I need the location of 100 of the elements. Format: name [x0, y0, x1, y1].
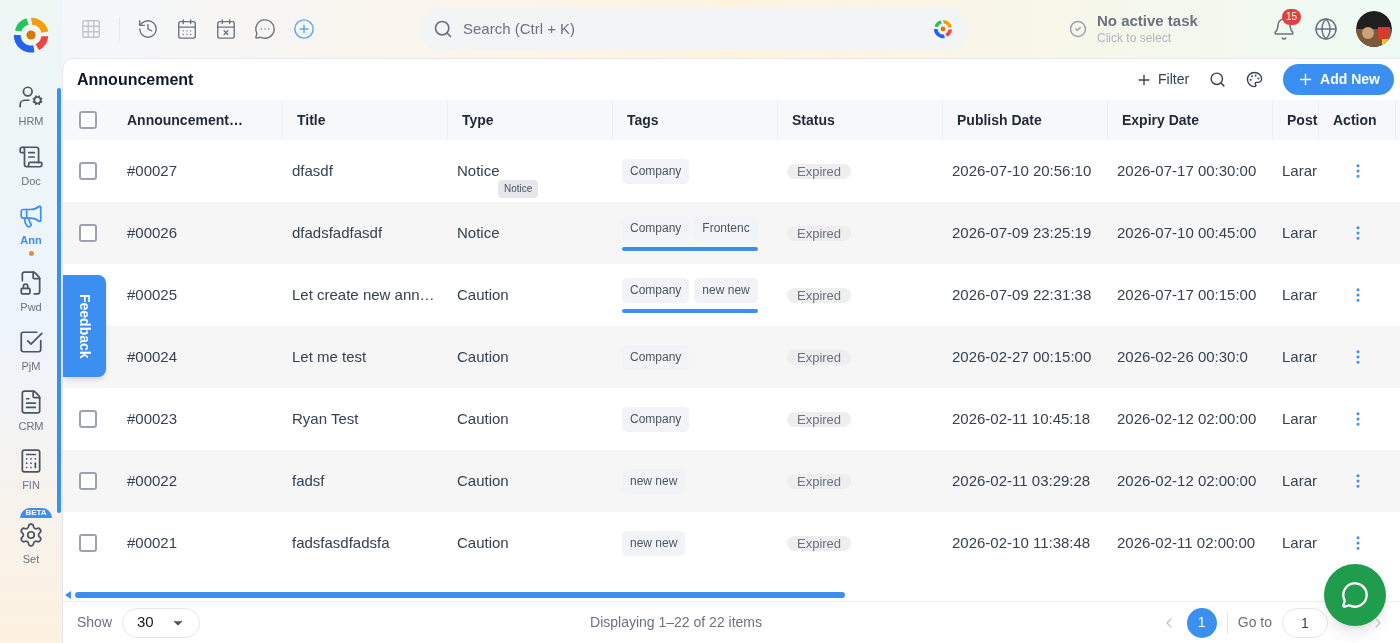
calculator-icon	[18, 448, 44, 474]
checkbox[interactable]	[79, 162, 97, 180]
page-title: Announcement	[77, 69, 194, 90]
table-cell: #00026	[127, 223, 178, 241]
table-cell: #00025	[127, 285, 178, 303]
tag: new new	[694, 277, 758, 303]
scroll-left-icon[interactable]	[65, 591, 71, 599]
table-cell: Caution	[457, 471, 509, 489]
tag: new new	[622, 530, 686, 556]
checkbox[interactable]	[79, 111, 97, 129]
table-cell: #00021	[127, 533, 178, 551]
table-cell: #00027	[127, 161, 178, 179]
table-cell: Notice	[457, 161, 500, 179]
table-cell: Larar	[1282, 533, 1318, 551]
search-bar[interactable]: Search (Ctrl + K)	[419, 8, 969, 50]
column-header[interactable]: Action	[1333, 109, 1377, 131]
table-cell: fadsfasdfadsfa	[292, 533, 390, 551]
show-label: Show	[77, 613, 113, 632]
table-cell: Caution	[457, 409, 509, 427]
table-cell: 2026-07-17 00:15:00	[1117, 285, 1257, 303]
tag: Company	[622, 215, 690, 241]
tag: new new	[622, 468, 686, 494]
status-badge: Expired	[787, 473, 852, 489]
chat-button[interactable]	[1324, 564, 1386, 626]
column-header[interactable]: Tags	[627, 109, 659, 131]
search-icon[interactable]	[1209, 71, 1227, 88]
search-input[interactable]: Search (Ctrl + K)	[463, 17, 921, 41]
sidebar-item[interactable]: PjM	[7, 329, 55, 375]
checkbox-icon	[18, 329, 44, 355]
scrollbar[interactable]	[75, 592, 845, 598]
table-cell: 2026-02-27 00:15:00	[952, 347, 1092, 365]
table-cell: #00022	[127, 471, 178, 489]
sidebar-item[interactable]: Doc	[7, 143, 55, 189]
sidebar-item[interactable]: CRM	[7, 388, 55, 434]
table-cell: 2026-07-09 22:31:38	[952, 285, 1092, 303]
settings-icon	[18, 521, 44, 548]
table-cell: Larar	[1282, 161, 1318, 179]
table-row[interactable]: #00024 Let me test Caution Company Expired 2026-02-27 00:15:00 2026-02-26 00:30:0 Larar	[113, 326, 1400, 388]
table-cell: 2026-02-12 02:00:00	[1117, 471, 1257, 489]
task-title[interactable]: No active task	[1097, 12, 1198, 31]
status-badge: Expired	[787, 287, 852, 303]
calendar-icon[interactable]	[176, 18, 198, 40]
table-cell: Ryan Test	[292, 409, 359, 427]
beta-badge: BETA	[20, 507, 52, 518]
table-cell: Caution	[457, 285, 509, 303]
tag: Frontenc	[694, 215, 758, 241]
status-badge: Expired	[787, 163, 852, 179]
table-cell: Larar	[1282, 285, 1318, 303]
scrollbar[interactable]	[57, 88, 61, 513]
column-header[interactable]: Status	[792, 109, 835, 131]
table-cell: 2026-07-10 20:56:10	[952, 161, 1092, 179]
palette-icon[interactable]	[1246, 71, 1264, 88]
table-cell: 2026-02-11 10:45:18	[952, 409, 1091, 427]
status-badge: Expired	[787, 349, 852, 365]
checkbox[interactable]	[79, 224, 97, 242]
table-row[interactable]: #00022 fadsf Caution new new Expired 2026-02-11 03:29:28 2026-02-12 02:00:00 Larar	[113, 450, 1400, 512]
table-cell: 2026-02-10 11:38:48	[952, 533, 1091, 551]
search-icon	[433, 19, 453, 39]
calendar-cross-icon[interactable]	[215, 18, 237, 40]
column-header[interactable]: Publish Date	[957, 109, 1042, 131]
check-circle-icon[interactable]	[1069, 20, 1087, 38]
scrollbar[interactable]	[622, 308, 758, 313]
status-badge: Expired	[787, 225, 852, 241]
table-cell: Let me test	[292, 347, 367, 365]
column-header[interactable]: Type	[462, 109, 494, 131]
file-lock-icon	[18, 269, 44, 296]
table-cell: #00024	[127, 347, 178, 365]
checkbox[interactable]	[79, 410, 97, 428]
table-cell: Caution	[457, 347, 509, 365]
column-header[interactable]: Post	[1287, 109, 1318, 131]
chat-icon[interactable]	[254, 18, 276, 40]
add-icon[interactable]	[293, 18, 315, 40]
sidebar-item[interactable]: FIN	[7, 448, 55, 494]
checkbox[interactable]	[79, 534, 97, 552]
column-header[interactable]: Title	[297, 109, 326, 131]
filter-button[interactable]: Filter	[1136, 69, 1190, 90]
column-header[interactable]: Announcement…	[127, 109, 243, 131]
status-badge: Expired	[787, 411, 852, 427]
clock-icon[interactable]	[137, 18, 159, 40]
sidebar-item[interactable]: Set	[7, 521, 55, 567]
task-hint: Click to select	[1097, 30, 1173, 46]
table-cell: 2026-02-11 03:29:28	[952, 471, 1091, 489]
column-header[interactable]: Expiry Date	[1122, 109, 1200, 131]
goto-label: Go to	[1237, 613, 1272, 632]
scrollbar[interactable]	[622, 246, 758, 251]
table-cell: 2026-02-26 00:30:0	[1117, 347, 1248, 365]
table-cell: 2026-07-17 00:30:00	[1117, 161, 1257, 179]
checkbox[interactable]	[79, 472, 97, 490]
megaphone-icon	[18, 203, 44, 229]
sidebar-item[interactable]: Pwd	[7, 269, 55, 315]
goto-field[interactable]: 1	[1282, 607, 1328, 638]
tag: Company	[622, 158, 690, 184]
table-cell: 2026-02-12 02:00:00	[1117, 409, 1257, 427]
user-gear-icon	[18, 84, 44, 110]
scroll-icon	[18, 143, 44, 170]
table-cell: 2026-07-09 23:25:19	[952, 223, 1092, 241]
sidebar-item[interactable]: HRM	[7, 84, 55, 130]
status-badge: Expired	[787, 535, 852, 551]
globe-icon[interactable]	[1314, 17, 1338, 41]
table-cell: Caution	[457, 533, 509, 551]
